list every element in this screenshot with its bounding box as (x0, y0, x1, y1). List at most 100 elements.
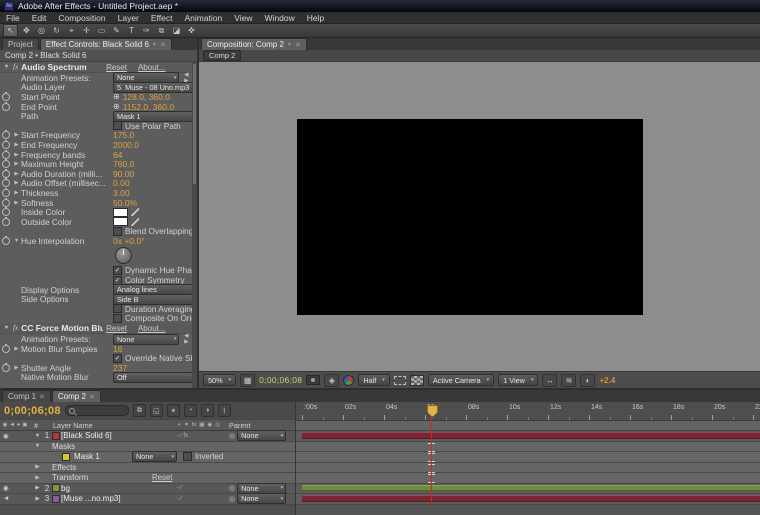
stopwatch-icon[interactable] (2, 170, 10, 178)
comp-timecode[interactable]: 0;00;06;08 (259, 375, 302, 385)
stopwatch-icon[interactable] (2, 345, 10, 353)
reset-link[interactable]: Reset (152, 473, 172, 482)
dynamic-hue-phase-checkbox[interactable]: ✓ (113, 266, 122, 275)
mask-mode-dropdown[interactable]: None▾ (132, 451, 177, 462)
transparency-grid-icon[interactable] (410, 375, 424, 386)
draft-3d-icon[interactable]: ◱ (150, 404, 163, 417)
3d-view-dropdown[interactable]: Active Camera ▾ (428, 374, 494, 386)
composition-frame[interactable] (297, 119, 643, 315)
snapshot-camera-icon[interactable] (306, 375, 320, 385)
property-value[interactable]: 128.0, 360.0 (123, 92, 170, 102)
layer-name-header[interactable]: Layer Name (51, 421, 173, 430)
parent-dropdown[interactable]: None▾ (237, 493, 286, 504)
twirl-arrow[interactable]: ▶ (12, 190, 21, 196)
layer-duration-bar[interactable] (302, 432, 760, 439)
close-icon[interactable]: ✕ (160, 41, 166, 49)
duration-averaging-checkbox[interactable] (113, 304, 122, 313)
resolution-dropdown[interactable]: Half ▾ (358, 374, 390, 386)
motion-blur-icon[interactable]: ◑ (201, 404, 214, 417)
comp-nav-chip[interactable]: Comp 2 (203, 50, 241, 61)
type-tool-icon[interactable]: T (125, 25, 138, 36)
twirl-arrow[interactable]: ▶ (12, 365, 21, 371)
menu-view[interactable]: View (228, 13, 258, 23)
label-color-swatch[interactable] (52, 484, 60, 492)
comp-viewer[interactable] (199, 62, 760, 371)
twirl-arrow[interactable]: ▶ (33, 475, 42, 481)
reset-link[interactable]: Reset (106, 63, 127, 72)
eraser-tool-icon[interactable]: ◪ (170, 25, 183, 36)
property-value[interactable]: 16 (113, 344, 122, 354)
stopwatch-icon[interactable] (2, 199, 10, 207)
menu-edit[interactable]: Edit (26, 13, 53, 23)
property-value[interactable]: 50.0% (113, 198, 137, 208)
puppet-pin-tool-icon[interactable]: ✜ (185, 25, 198, 36)
search-input[interactable] (65, 405, 129, 416)
label-color-swatch[interactable] (52, 495, 60, 503)
tab-comp-2[interactable]: Comp 2 ✕ (52, 390, 101, 402)
group-name[interactable]: Effects (42, 463, 148, 472)
stopwatch-icon[interactable] (2, 364, 10, 372)
layer-name[interactable]: [Black Solid 6] (61, 431, 175, 440)
layer-switches[interactable]: - ∕ (175, 496, 229, 502)
current-time-indicator-line[interactable] (431, 414, 432, 506)
property-value[interactable]: 0x +0.0° (113, 236, 145, 246)
current-time-display[interactable]: 0;00;06;08 (4, 405, 61, 417)
view-layout-dropdown[interactable]: 1 View ▾ (498, 374, 538, 386)
stopwatch-icon[interactable] (2, 208, 10, 216)
blend-overlapping-colors-checkbox[interactable] (113, 227, 122, 236)
camera-tool-icon[interactable]: ⌖ (65, 25, 78, 36)
point-picker-icon[interactable]: ⊕ (113, 103, 120, 111)
twirl-arrow[interactable]: ▶ (33, 485, 42, 491)
layer-duration-bar[interactable] (302, 495, 760, 502)
stopwatch-icon[interactable] (2, 131, 10, 139)
twirl-arrow[interactable]: ▼ (3, 64, 10, 70)
twirl-arrow[interactable]: ▼ (12, 238, 21, 244)
selection-tool-icon[interactable]: ↖ (3, 24, 18, 37)
menu-effect[interactable]: Effect (145, 13, 179, 23)
clone-stamp-tool-icon[interactable]: ⧉ (155, 25, 168, 36)
close-icon[interactable]: ✕ (295, 41, 301, 49)
menu-window[interactable]: Window (259, 13, 301, 23)
pickwhip-icon[interactable]: ◎ (229, 495, 235, 503)
reset-link[interactable]: Reset (106, 324, 127, 333)
stopwatch-icon[interactable] (2, 103, 10, 111)
scrollbar[interactable] (192, 62, 197, 388)
layer-duration-bar[interactable] (302, 485, 760, 492)
group-name[interactable]: Transform (42, 473, 148, 482)
tab-project[interactable]: Project (2, 38, 39, 50)
stopwatch-icon[interactable] (2, 179, 10, 187)
layer-name[interactable]: bg (61, 484, 175, 493)
stopwatch-icon[interactable] (2, 189, 10, 197)
grid-guides-icon[interactable]: ▦ (240, 374, 255, 387)
parent-header[interactable]: Parent (225, 421, 295, 430)
close-icon[interactable]: ✕ (39, 393, 45, 401)
use-polar-path-checkbox[interactable] (113, 121, 122, 130)
layer-switches[interactable]: - ∕ fx (175, 433, 229, 439)
twirl-arrow[interactable]: ▶ (12, 132, 21, 138)
menu-composition[interactable]: Composition (52, 13, 111, 23)
mask-color-swatch[interactable] (62, 453, 70, 461)
twirl-arrow[interactable]: ▶ (12, 171, 21, 177)
video-eye-icon[interactable]: ◉ (3, 484, 9, 492)
pickwhip-icon[interactable]: ◎ (229, 484, 235, 492)
color-swatch[interactable] (113, 217, 128, 226)
about-link[interactable]: About... (138, 324, 166, 333)
tab-comp-1[interactable]: Comp 1 ✕ (2, 390, 51, 402)
twirl-arrow[interactable]: ▶ (12, 161, 21, 167)
layer-switches[interactable]: - ∕ (175, 485, 229, 491)
color-swatch[interactable] (113, 208, 128, 217)
twirl-arrow[interactable]: ▶ (12, 142, 21, 148)
mask-shape-tool-icon[interactable]: ▭ (95, 25, 108, 36)
override-native-shutter-checkbox[interactable]: ✓ (113, 354, 122, 363)
property-value[interactable]: 175.0 (113, 130, 134, 140)
audio-on-icon[interactable]: ◄ (3, 495, 9, 502)
native-motion-blur-dropdown[interactable]: Off▾ (113, 372, 197, 383)
pen-tool-icon[interactable]: ✎ (110, 25, 123, 36)
twirl-arrow[interactable]: ▶ (12, 180, 21, 186)
show-channels-icon[interactable] (343, 375, 354, 386)
hand-tool-icon[interactable]: ✥ (20, 25, 33, 36)
layer-row[interactable]: ◉▼1[Black Solid 6]- ∕ fx◎None▾ (0, 431, 295, 442)
graph-editor-icon[interactable]: ⌇ (218, 404, 231, 417)
about-link[interactable]: About... (138, 63, 166, 72)
tab-composition[interactable]: Composition: Comp 2 ▼ ✕ (201, 38, 307, 50)
